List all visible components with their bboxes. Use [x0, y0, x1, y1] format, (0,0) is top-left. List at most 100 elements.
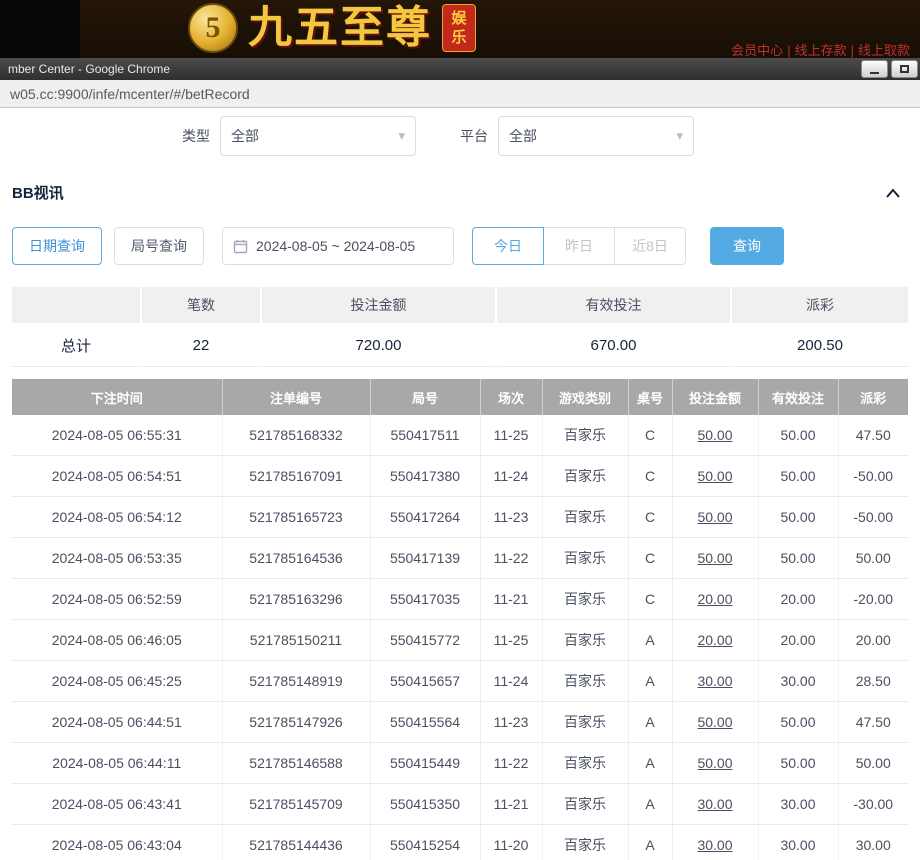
- valid-bet-cell: 20.00: [758, 579, 838, 620]
- summary-total-row: 总计 22 720.00 670.00 200.50: [12, 325, 908, 367]
- bet-time-cell: 2024-08-05 06:46:05: [12, 620, 222, 661]
- table-row: 2024-08-05 06:44:11521785146588550415449…: [12, 743, 908, 784]
- bet-time-cell: 2024-08-05 06:43:04: [12, 825, 222, 860]
- table-number-cell: C: [628, 415, 672, 456]
- casino-nav: 会员中心|线上存款|线上取款: [727, 40, 914, 59]
- round-number-cell: 550415254: [370, 825, 480, 860]
- summary-header-cell: 派彩: [732, 287, 908, 323]
- bet-amount-link[interactable]: 20.00: [672, 579, 758, 620]
- today-button[interactable]: 今日: [472, 227, 544, 265]
- table-row: 2024-08-05 06:55:31521785168332550417511…: [12, 415, 908, 456]
- section-header: BB视讯: [12, 182, 908, 203]
- maximize-button[interactable]: [891, 60, 918, 78]
- chevron-down-icon: ▾: [398, 128, 405, 144]
- brand-logo-text: 九五至尊: [248, 4, 432, 52]
- date-range-input[interactable]: 2024-08-05 ~ 2024-08-05: [222, 227, 454, 265]
- bet-time-cell: 2024-08-05 06:45:25: [12, 661, 222, 702]
- casino-nav-link[interactable]: 线上存款: [795, 43, 847, 58]
- table-number-cell: A: [628, 620, 672, 661]
- table-number-cell: A: [628, 825, 672, 860]
- order-number-cell: 521785167091: [222, 456, 370, 497]
- summary-header-cell: 笔数: [142, 287, 260, 323]
- bet-amount-link[interactable]: 50.00: [672, 415, 758, 456]
- round-number-cell: 550417264: [370, 497, 480, 538]
- round-number-cell: 550417511: [370, 415, 480, 456]
- minimize-icon: [870, 72, 879, 74]
- round-number-cell: 550415449: [370, 743, 480, 784]
- yesterday-button[interactable]: 昨日: [543, 227, 615, 265]
- bet-amount-link[interactable]: 50.00: [672, 456, 758, 497]
- payout-cell: 50.00: [838, 743, 908, 784]
- table-row: 2024-08-05 06:52:59521785163296550417035…: [12, 579, 908, 620]
- table-row: 2024-08-05 06:54:51521785167091550417380…: [12, 456, 908, 497]
- last-8-days-button[interactable]: 近8日: [614, 227, 686, 265]
- bet-record-table: 下注时间注单编号局号场次游戏类别桌号投注金额有效投注派彩 2024-08-05 …: [12, 379, 908, 860]
- session-cell: 11-21: [480, 579, 542, 620]
- platform-select[interactable]: 全部 ▾: [498, 116, 694, 156]
- query-button[interactable]: 查询: [710, 227, 784, 265]
- date-range-value: 2024-08-05 ~ 2024-08-05: [256, 238, 415, 254]
- screen: 5 九五至尊 娱乐 会员中心|线上存款|线上取款 mber Center - G…: [0, 0, 920, 860]
- type-select[interactable]: 全部 ▾: [220, 116, 416, 156]
- bet-time-cell: 2024-08-05 06:55:31: [12, 415, 222, 456]
- type-filter-label: 类型: [182, 126, 210, 146]
- table-row: 2024-08-05 06:43:04521785144436550415254…: [12, 825, 908, 860]
- brand-logo: 5 九五至尊 娱乐: [188, 3, 476, 53]
- table-number-cell: C: [628, 538, 672, 579]
- order-number-cell: 521785164536: [222, 538, 370, 579]
- url-text: w05.cc:9900/infe/mcenter/#/betRecord: [10, 86, 250, 102]
- game-type-cell: 百家乐: [542, 497, 628, 538]
- gold-coin-icon: 5: [188, 3, 238, 53]
- round-number-cell: 550415772: [370, 620, 480, 661]
- casino-nav-link[interactable]: 线上取款: [858, 43, 910, 58]
- window-corner: [0, 0, 80, 58]
- bet-time-cell: 2024-08-05 06:43:41: [12, 784, 222, 825]
- round-number-cell: 550417035: [370, 579, 480, 620]
- filter-row: 类型 全部 ▾ 平台 全部 ▾: [182, 116, 908, 156]
- order-number-cell: 521785163296: [222, 579, 370, 620]
- bet-amount-link[interactable]: 20.00: [672, 620, 758, 661]
- session-cell: 11-25: [480, 415, 542, 456]
- valid-bet-cell: 20.00: [758, 620, 838, 661]
- bet-amount-link[interactable]: 30.00: [672, 825, 758, 860]
- date-query-button[interactable]: 日期查询: [12, 227, 102, 265]
- bet-amount-link[interactable]: 30.00: [672, 784, 758, 825]
- bet-amount-link[interactable]: 50.00: [672, 497, 758, 538]
- valid-bet-cell: 50.00: [758, 538, 838, 579]
- table-row: 2024-08-05 06:54:12521785165723550417264…: [12, 497, 908, 538]
- column-header: 有效投注: [758, 379, 838, 415]
- table-row: 2024-08-05 06:46:05521785150211550415772…: [12, 620, 908, 661]
- valid-bet-cell: 50.00: [758, 415, 838, 456]
- casino-nav-link[interactable]: 会员中心: [731, 43, 783, 58]
- address-bar[interactable]: w05.cc:9900/infe/mcenter/#/betRecord: [0, 80, 920, 108]
- table-number-cell: A: [628, 784, 672, 825]
- summary-bet-amount: 720.00: [262, 325, 495, 367]
- table-row: 2024-08-05 06:53:35521785164536550417139…: [12, 538, 908, 579]
- table-number-cell: C: [628, 497, 672, 538]
- window-controls: [861, 60, 918, 78]
- column-header: 派彩: [838, 379, 908, 415]
- minimize-button[interactable]: [861, 60, 888, 78]
- column-header: 局号: [370, 379, 480, 415]
- game-type-cell: 百家乐: [542, 702, 628, 743]
- game-type-cell: 百家乐: [542, 620, 628, 661]
- bet-amount-link[interactable]: 50.00: [672, 702, 758, 743]
- bet-amount-link[interactable]: 30.00: [672, 661, 758, 702]
- column-header: 下注时间: [12, 379, 222, 415]
- summary-header-row: 笔数投注金额有效投注派彩: [12, 287, 908, 323]
- column-header: 桌号: [628, 379, 672, 415]
- valid-bet-cell: 30.00: [758, 661, 838, 702]
- bet-table-body: 2024-08-05 06:55:31521785168332550417511…: [12, 415, 908, 860]
- round-query-button[interactable]: 局号查询: [114, 227, 204, 265]
- payout-cell: -20.00: [838, 579, 908, 620]
- bet-amount-link[interactable]: 50.00: [672, 743, 758, 784]
- bet-time-cell: 2024-08-05 06:54:12: [12, 497, 222, 538]
- round-number-cell: 550415350: [370, 784, 480, 825]
- type-select-value: 全部: [231, 126, 259, 146]
- collapse-chevron-up-icon[interactable]: [884, 186, 902, 200]
- round-number-cell: 550417139: [370, 538, 480, 579]
- column-header: 游戏类别: [542, 379, 628, 415]
- payout-cell: 47.50: [838, 702, 908, 743]
- bet-amount-link[interactable]: 50.00: [672, 538, 758, 579]
- game-type-cell: 百家乐: [542, 784, 628, 825]
